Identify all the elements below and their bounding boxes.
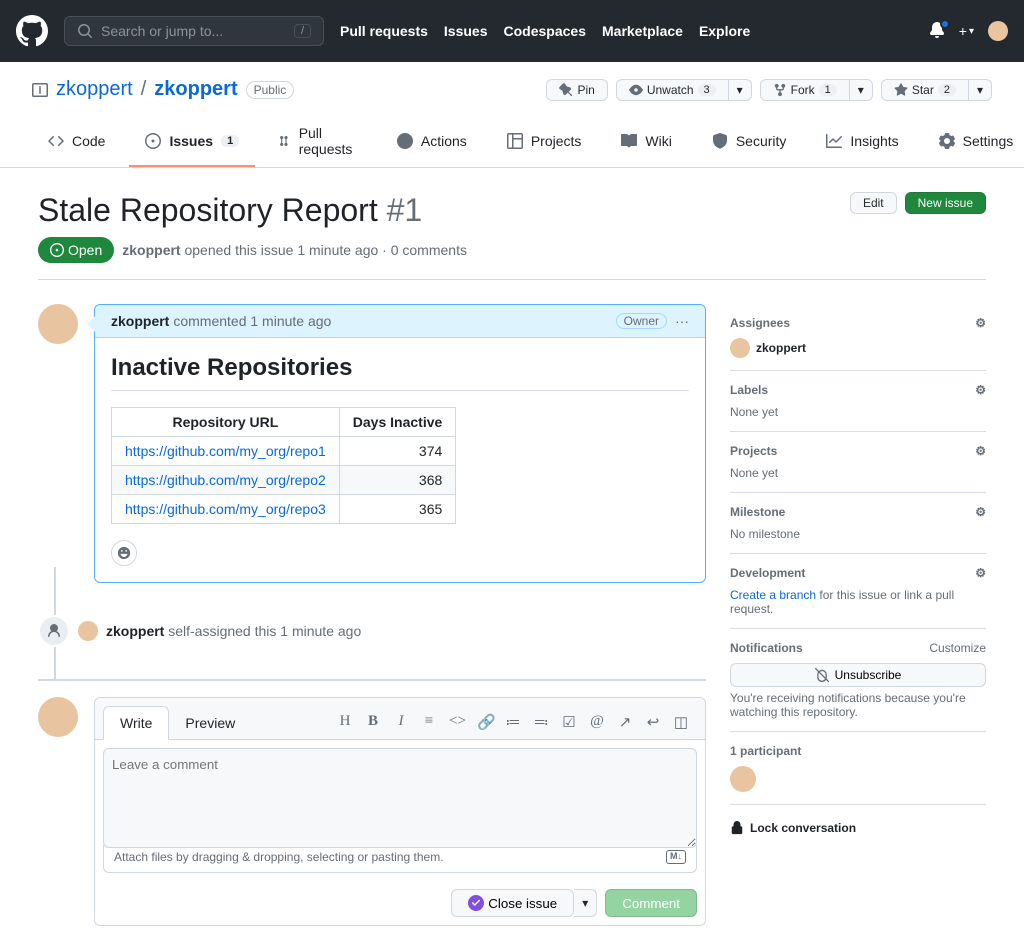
tab-wiki[interactable]: Wiki — [605, 117, 687, 167]
projects-label: Projects — [730, 444, 777, 458]
gear-icon[interactable]: ⚙ — [975, 505, 986, 519]
slash-hint: / — [294, 24, 311, 38]
development-label: Development — [730, 566, 805, 580]
github-logo-icon[interactable] — [16, 15, 48, 47]
heading-icon[interactable]: H — [337, 713, 353, 732]
comment-timestamp: commented 1 minute ago — [173, 313, 331, 329]
labels-value: None yet — [730, 405, 986, 419]
star-dropdown[interactable]: ▾ — [969, 79, 992, 101]
participants-label: 1 participant — [730, 744, 801, 758]
search-placeholder: Search or jump to... — [101, 23, 223, 39]
comment-button[interactable]: Comment — [605, 889, 697, 917]
search-icon — [77, 23, 93, 39]
tab-security[interactable]: Security — [696, 117, 803, 167]
tab-projects[interactable]: Projects — [491, 117, 598, 167]
search-input[interactable]: Search or jump to... / — [64, 16, 324, 46]
quote-icon[interactable]: ≡ — [421, 713, 437, 732]
nav-issues[interactable]: Issues — [444, 23, 488, 39]
fork-dropdown[interactable]: ▾ — [850, 79, 873, 101]
current-user-avatar[interactable] — [38, 697, 78, 737]
comment-author-avatar[interactable] — [38, 304, 78, 344]
tasklist-icon[interactable]: ☑ — [561, 713, 577, 732]
diff-icon[interactable]: ◫ — [673, 713, 689, 732]
italic-icon[interactable]: I — [393, 713, 409, 732]
comment-textarea[interactable] — [103, 748, 697, 848]
tab-actions[interactable]: Actions — [381, 117, 483, 167]
link-icon[interactable]: 🔗 — [477, 713, 493, 732]
issue-title: Stale Repository Report #1 — [38, 192, 422, 229]
labels-label: Labels — [730, 383, 768, 397]
nav-explore[interactable]: Explore — [699, 23, 750, 39]
create-menu[interactable]: +▾ — [959, 23, 974, 39]
tab-issues[interactable]: Issues1 — [129, 117, 255, 167]
mirror-icon — [32, 82, 48, 98]
assignees-label: Assignees — [730, 316, 790, 330]
write-tab[interactable]: Write — [103, 706, 169, 740]
tab-pulls[interactable]: Pull requests — [263, 117, 373, 167]
milestone-label: Milestone — [730, 505, 785, 519]
bold-icon[interactable]: B — [365, 713, 381, 732]
mention-icon[interactable]: @ — [589, 713, 605, 732]
table-row: https://github.com/my_org/repo3365 — [112, 495, 456, 524]
issue-meta: zkoppert opened this issue 1 minute ago … — [122, 242, 467, 258]
ol-icon[interactable]: ≕ — [533, 713, 549, 732]
visibility-badge: Public — [246, 81, 295, 99]
reply-icon[interactable]: ↩ — [645, 713, 661, 732]
timeline-event: zkoppert self-assigned this 1 minute ago — [106, 623, 361, 639]
milestone-value: No milestone — [730, 527, 986, 541]
close-issue-dropdown[interactable]: ▾ — [574, 889, 597, 917]
state-badge: Open — [38, 237, 114, 263]
attach-hint[interactable]: Attach files by dragging & dropping, sel… — [103, 845, 697, 873]
code-icon[interactable]: <> — [449, 713, 465, 732]
notifications-icon[interactable] — [929, 22, 945, 41]
markdown-icon[interactable]: M↓ — [666, 850, 686, 864]
comment-menu-icon[interactable]: ··· — [675, 313, 689, 329]
star-button[interactable]: Star2 — [881, 79, 969, 101]
repo-name-link[interactable]: zkoppert — [154, 78, 237, 101]
event-avatar[interactable] — [78, 621, 98, 641]
lock-conversation[interactable]: Lock conversation — [730, 805, 986, 835]
crossref-icon[interactable]: ↗ — [617, 713, 633, 732]
new-issue-button[interactable]: New issue — [905, 192, 986, 214]
repo-owner-link[interactable]: zkoppert — [56, 78, 133, 101]
owner-badge: Owner — [616, 313, 667, 329]
inactive-repos-table: Repository URLDays Inactive https://gith… — [111, 407, 456, 524]
person-icon — [38, 615, 70, 647]
gear-icon[interactable]: ⚙ — [975, 444, 986, 458]
unwatch-button[interactable]: Unwatch3 — [616, 79, 729, 101]
notifications-label: Notifications — [730, 641, 803, 655]
assignee-name[interactable]: zkoppert — [756, 341, 806, 355]
close-issue-button[interactable]: Close issue — [451, 889, 574, 917]
tab-settings[interactable]: Settings — [923, 117, 1024, 167]
gear-icon[interactable]: ⚙ — [975, 566, 986, 580]
customize-link[interactable]: Customize — [929, 641, 986, 655]
nav-pull-requests[interactable]: Pull requests — [340, 23, 428, 39]
participant-avatar[interactable] — [730, 766, 756, 792]
create-branch-link[interactable]: Create a branch — [730, 588, 816, 602]
unsubscribe-button[interactable]: Unsubscribe — [730, 663, 986, 687]
gear-icon[interactable]: ⚙ — [975, 316, 986, 330]
unwatch-dropdown[interactable]: ▾ — [729, 79, 752, 101]
tab-insights[interactable]: Insights — [810, 117, 914, 167]
notification-reason: You're receiving notifications because y… — [730, 691, 986, 719]
pin-button[interactable]: Pin — [546, 79, 607, 101]
comment-heading: Inactive Repositories — [111, 354, 689, 391]
edit-button[interactable]: Edit — [850, 192, 897, 214]
table-row: https://github.com/my_org/repo1374 — [112, 437, 456, 466]
comment-author[interactable]: zkoppert — [111, 313, 169, 329]
add-reaction-button[interactable] — [111, 540, 137, 566]
fork-button[interactable]: Fork1 — [760, 79, 850, 101]
projects-value: None yet — [730, 466, 986, 480]
gear-icon[interactable]: ⚙ — [975, 383, 986, 397]
nav-codespaces[interactable]: Codespaces — [504, 23, 586, 39]
preview-tab[interactable]: Preview — [169, 707, 251, 739]
table-row: https://github.com/my_org/repo2368 — [112, 466, 456, 495]
nav-marketplace[interactable]: Marketplace — [602, 23, 683, 39]
user-avatar[interactable] — [988, 21, 1008, 41]
tab-code[interactable]: Code — [32, 117, 121, 167]
ul-icon[interactable]: ≔ — [505, 713, 521, 732]
assignee-avatar[interactable] — [730, 338, 750, 358]
